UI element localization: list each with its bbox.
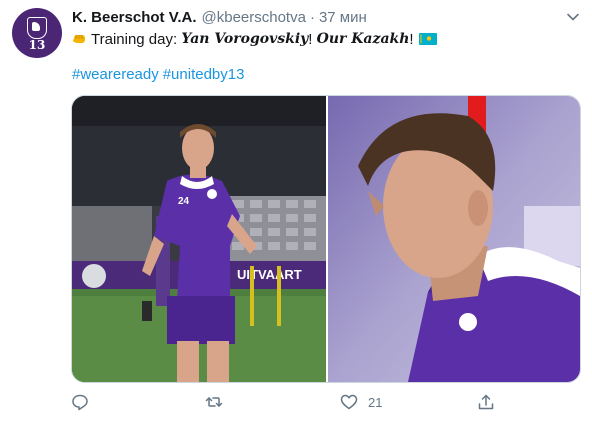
heart-icon [340,394,358,410]
player-name: Yan Vorogovskiy [181,31,309,47]
share-icon [478,394,494,410]
player-running-photo[interactable]: UITVAART 24 [72,96,326,382]
share-button[interactable] [477,392,495,412]
jersey-number: 24 [178,196,190,207]
like-button[interactable]: 21 [340,392,382,412]
avatar[interactable]: 13 [12,8,62,58]
user-handle[interactable]: @kbeerschotva [202,9,306,26]
reply-button[interactable] [71,392,89,412]
club-crest-icon [27,16,47,39]
retweet-button[interactable] [205,392,223,412]
kazakhstan-flag-icon [418,33,437,45]
tweet-text-prefix: Training day: [91,30,182,48]
reply-icon [72,394,88,411]
tweet-text-mid: ! [308,30,317,48]
player-nickname: Our Kazakh [316,31,410,47]
display-name[interactable]: K. Beerschot V.A. [72,9,197,26]
tweet[interactable]: 13 K. Beerschot V.A. @kbeerschotva · 37 … [0,0,592,423]
hashtag-link[interactable]: #unitedby13 [163,66,245,83]
player-closeup-photo[interactable] [328,96,580,382]
retweet-icon [205,397,223,407]
tweet-header: K. Beerschot V.A. @kbeerschotva · 37 мин [72,9,367,29]
hashtags: #weareready #unitedby13 [72,66,248,83]
tweet-text-suffix: ! [409,30,414,48]
separator-dot: · [309,9,315,26]
timestamp[interactable]: 37 мин [319,9,367,26]
like-count: 21 [368,394,383,410]
tweet-actions: 21 [0,388,592,418]
media-grid: UITVAART 24 [71,95,581,383]
hashtag-link[interactable]: #weareready [72,66,159,83]
banner-text: UITVAART [237,267,302,282]
fist-icon [73,35,85,43]
chevron-down-icon[interactable] [566,10,580,24]
tweet-text: Training day: Yan Vorogovskiy ! Our Kaza… [72,29,437,49]
avatar-number: 13 [28,37,46,52]
